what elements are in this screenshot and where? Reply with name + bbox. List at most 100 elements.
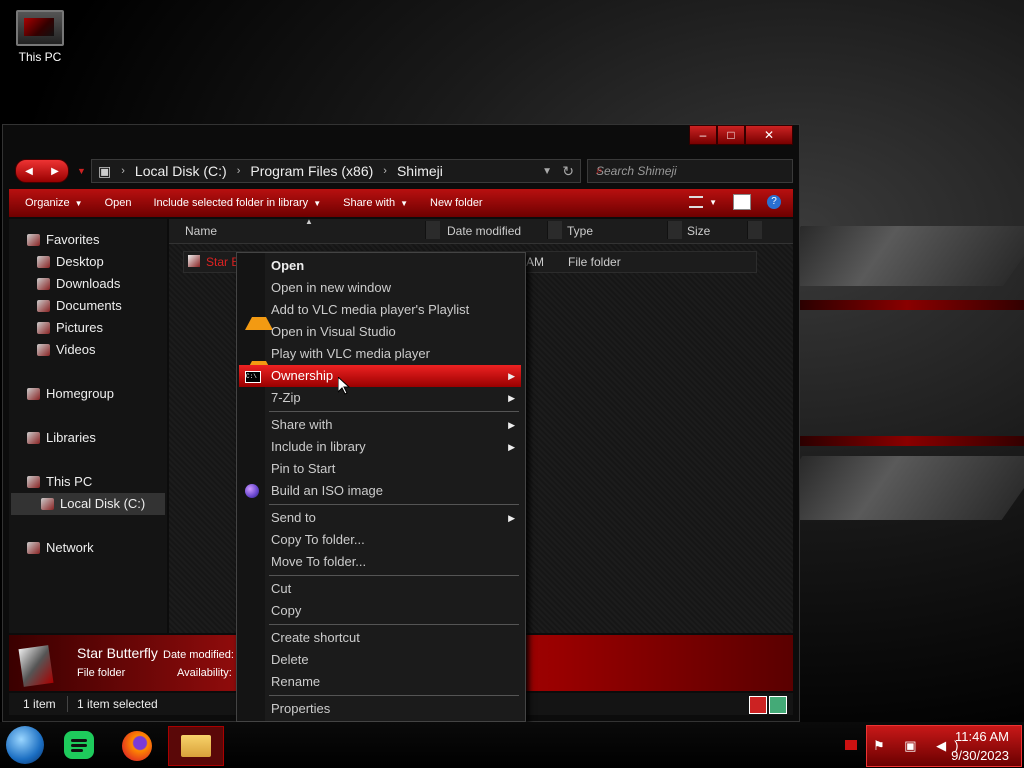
chevron-down-icon[interactable]: ▼ xyxy=(542,166,552,177)
menu-item-rename[interactable]: Rename xyxy=(239,671,521,693)
menu-item-send-to[interactable]: Send to ▶ xyxy=(239,507,521,529)
menu-item-cut[interactable]: Cut xyxy=(239,578,521,600)
menu-item-7zip[interactable]: 7-Zip ▶ xyxy=(239,387,521,409)
column-name[interactable]: Name xyxy=(185,224,217,238)
column-size[interactable]: Size xyxy=(687,224,710,238)
breadcrumb-shimeji[interactable]: Shimeji xyxy=(397,163,443,179)
chevron-right-icon[interactable]: › xyxy=(121,165,125,177)
menu-item-pin-start[interactable]: Pin to Start xyxy=(239,458,521,480)
menu-separator xyxy=(269,575,519,576)
nav-network[interactable]: Network xyxy=(27,537,94,559)
recent-locations-icon[interactable]: ▼ xyxy=(77,166,86,176)
open-button[interactable]: Open xyxy=(105,197,132,209)
menu-label: Send to xyxy=(271,510,316,525)
nav-this-pc[interactable]: This PC xyxy=(27,471,92,493)
organize-button[interactable]: Organize ▼ xyxy=(25,197,83,209)
clock-time[interactable]: 11:46 AM xyxy=(955,729,1009,744)
context-menu: Open Open in new window Add to VLC media… xyxy=(236,252,526,722)
preview-pane-icon[interactable] xyxy=(733,194,751,210)
nav-pictures[interactable]: Pictures xyxy=(37,317,103,339)
start-button[interactable] xyxy=(6,726,44,764)
command-bar: Organize ▼ Open Include selected folder i… xyxy=(9,189,793,217)
chevron-down-icon[interactable]: ▼ xyxy=(709,198,717,207)
folder-icon xyxy=(188,255,200,267)
menu-item-open-visual-studio[interactable]: Open in Visual Studio xyxy=(239,321,521,343)
spotify-icon xyxy=(64,731,94,759)
taskbar-firefox[interactable] xyxy=(116,726,160,764)
menu-item-move-to-folder[interactable]: Move To folder... xyxy=(239,551,521,573)
new-folder-button[interactable]: New folder xyxy=(430,197,483,209)
star-icon xyxy=(27,234,40,246)
nav-local-disk[interactable]: Local Disk (C:) xyxy=(11,493,165,515)
details-view-icon[interactable] xyxy=(749,696,767,714)
nav-label: Downloads xyxy=(56,276,121,291)
iso-disc-icon xyxy=(245,484,259,498)
nav-homegroup[interactable]: Homegroup xyxy=(27,383,114,405)
nav-documents[interactable]: Documents xyxy=(37,295,122,317)
refresh-icon[interactable]: ↻ xyxy=(562,163,574,180)
menu-item-open-new-window[interactable]: Open in new window xyxy=(239,277,521,299)
taskbar-spotify[interactable] xyxy=(58,726,102,764)
menu-separator xyxy=(269,504,519,505)
title-bar[interactable]: – □ ✕ xyxy=(3,125,799,147)
nav-desktop[interactable]: Desktop xyxy=(37,251,104,273)
desktop-icon-this-pc[interactable]: This PC xyxy=(14,10,66,64)
menu-separator xyxy=(269,624,519,625)
menu-item-create-shortcut[interactable]: Create shortcut xyxy=(239,627,521,649)
column-divider[interactable] xyxy=(425,221,440,239)
network-icon xyxy=(27,542,40,554)
column-divider[interactable] xyxy=(547,221,562,239)
menu-label: 7-Zip xyxy=(271,390,301,405)
menu-item-delete[interactable]: Delete xyxy=(239,649,521,671)
share-with-button[interactable]: Share with ▼ xyxy=(343,197,408,209)
menu-item-properties[interactable]: Properties xyxy=(239,698,521,720)
menu-item-copy-to-folder[interactable]: Copy To folder... xyxy=(239,529,521,551)
menu-label: Share with xyxy=(271,417,333,432)
menu-item-include-library[interactable]: Include in library ▶ xyxy=(239,436,521,458)
submenu-arrow-icon: ▶ xyxy=(508,513,515,523)
nav-label: Videos xyxy=(56,342,96,357)
command-prompt-icon: C:\ xyxy=(245,371,261,383)
menu-label: Play with VLC media player xyxy=(271,346,430,361)
minimize-button[interactable]: – xyxy=(689,125,717,145)
breadcrumb-local-disk[interactable]: Local Disk (C:) xyxy=(135,163,227,179)
include-library-button[interactable]: Include selected folder in library ▼ xyxy=(153,197,321,209)
menu-label: Open in Visual Studio xyxy=(271,324,396,339)
nav-favorites[interactable]: Favorites xyxy=(27,229,99,251)
menu-item-build-iso[interactable]: Build an ISO image xyxy=(239,480,521,502)
column-divider[interactable] xyxy=(667,221,682,239)
search-icon[interactable]: ⌕ xyxy=(596,163,786,178)
breadcrumb-program-files[interactable]: Program Files (x86) xyxy=(250,163,373,179)
nav-downloads[interactable]: Downloads xyxy=(37,273,120,295)
chevron-down-icon: ▼ xyxy=(400,199,409,208)
menu-label: Cut xyxy=(271,581,292,596)
column-date-modified[interactable]: Date modified xyxy=(447,224,521,238)
nav-libraries[interactable]: Libraries xyxy=(27,427,96,449)
back-arrow-icon[interactable]: ◀ xyxy=(25,166,33,177)
large-icons-view-icon[interactable] xyxy=(769,696,787,714)
nav-label: Documents xyxy=(56,298,122,313)
clock-date[interactable]: 9/30/2023 xyxy=(951,748,1009,763)
column-divider[interactable] xyxy=(747,221,762,239)
help-icon[interactable]: ? xyxy=(767,195,781,209)
maximize-button[interactable]: □ xyxy=(717,125,745,145)
search-input[interactable]: Search Shimeji ⌕ xyxy=(587,159,793,183)
menu-item-share-with[interactable]: Share with ▶ xyxy=(239,414,521,436)
change-view-icon[interactable] xyxy=(689,196,704,208)
chevron-right-icon[interactable]: › xyxy=(383,165,387,177)
chevron-right-icon[interactable]: › xyxy=(237,165,241,177)
video-icon xyxy=(37,344,50,356)
nav-videos[interactable]: Videos xyxy=(37,339,96,361)
show-hidden-icons-icon[interactable] xyxy=(845,740,857,750)
firefox-icon xyxy=(122,731,152,761)
menu-item-ownership[interactable]: C:\ Ownership ▶ xyxy=(239,365,521,387)
menu-item-copy[interactable]: Copy xyxy=(239,600,521,622)
address-bar[interactable]: ▣ › Local Disk (C:) › Program Files (x86… xyxy=(91,159,581,183)
taskbar-file-explorer[interactable] xyxy=(168,726,224,766)
close-button[interactable]: ✕ xyxy=(745,125,793,145)
column-type[interactable]: Type xyxy=(567,224,593,238)
menu-item-play-vlc[interactable]: Play with VLC media player xyxy=(239,343,521,374)
menu-item-add-vlc-playlist[interactable]: Add to VLC media player's Playlist xyxy=(239,299,521,330)
forward-arrow-icon[interactable]: ▶ xyxy=(51,166,59,177)
menu-item-open[interactable]: Open xyxy=(239,255,521,277)
